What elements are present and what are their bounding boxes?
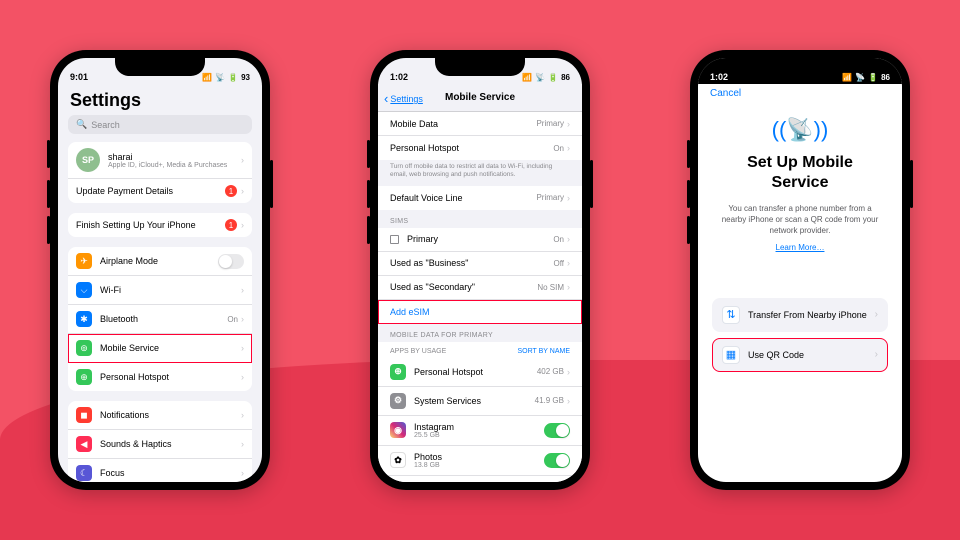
chevron-right-icon: › [567, 282, 570, 292]
hotspot-icon: ⊕ [76, 369, 92, 385]
back-button[interactable]: Settings [384, 90, 423, 105]
app-instagram-row[interactable]: ◉ Instagram 25.5 GB [378, 416, 582, 446]
focus-row[interactable]: ☾ Focus › [68, 459, 252, 482]
chevron-right-icon: › [567, 119, 570, 129]
apps-subheader: APPS BY USAGE SORT BY NAME [378, 342, 582, 358]
phone-settings: 9:01 📶📡🔋93 Settings 🔍 Search SP sharai A… [50, 50, 270, 490]
wifi-icon: ⌵ [76, 282, 92, 298]
mobile-data-row[interactable]: Mobile Data Primary › [378, 112, 582, 136]
phone-setup-mobile: 1:02 📶📡🔋86 Cancel ((📡)) Set Up MobileSer… [690, 50, 910, 490]
status-time: 1:02 [710, 72, 728, 82]
bluetooth-icon: ✱ [76, 311, 92, 327]
photos-icon: ✿ [390, 452, 406, 468]
instagram-toggle[interactable] [544, 423, 570, 438]
chevron-right-icon: › [241, 343, 244, 353]
sims-header: SIMs [378, 210, 582, 228]
status-time: 9:01 [70, 72, 88, 82]
notch [115, 58, 205, 76]
voice-line-row[interactable]: Default Voice Line Primary › [378, 186, 582, 210]
cancel-button[interactable]: Cancel [698, 84, 902, 99]
hotspot-icon: ⊕ [390, 364, 406, 380]
notifications-row[interactable]: ◼︎ Notifications › [68, 401, 252, 430]
notch [435, 58, 525, 76]
chevron-right-icon: › [241, 220, 244, 230]
airplane-mode-row[interactable]: ✈︎ Airplane Mode [68, 247, 252, 276]
search-placeholder: Search [91, 120, 120, 130]
setup-description: You can transfer a phone number from a n… [718, 203, 882, 237]
alert-payment-row[interactable]: Update Payment Details 1 › [68, 179, 252, 203]
chevron-right-icon: › [875, 349, 878, 360]
nav-title: Mobile Service [445, 92, 515, 103]
chevron-right-icon: › [241, 314, 244, 324]
add-esim-row[interactable]: Add eSIM [378, 300, 582, 324]
antenna-icon: ⊚ [76, 340, 92, 356]
setup-title: Set Up MobileService [718, 153, 882, 193]
sim-secondary-row[interactable]: Used as "Secondary" No SIM › [378, 276, 582, 300]
data-header: MOBILE DATA FOR PRIMARY [378, 324, 582, 342]
sim-business-row[interactable]: Used as "Business" Off › [378, 252, 582, 276]
section-footer: Turn off mobile data to restrict all dat… [378, 160, 582, 186]
chevron-right-icon: › [567, 367, 570, 377]
status-icons: 📶📡🔋86 [842, 73, 890, 82]
sim-primary-row[interactable]: Primary On › [378, 228, 582, 252]
app-system-row[interactable]: ⚙︎ System Services 41.9 GB › [378, 387, 582, 416]
notch [755, 58, 845, 76]
search-input[interactable]: 🔍 Search [68, 115, 252, 134]
speaker-icon: ◀︎ [76, 436, 92, 452]
personal-hotspot-row[interactable]: Personal Hotspot On › [378, 136, 582, 160]
chevron-right-icon: › [875, 309, 878, 320]
account-name: sharai [108, 152, 241, 162]
nav-bar: Settings Mobile Service [378, 84, 582, 112]
app-hotspot-row[interactable]: ⊕ Personal Hotspot 402 GB › [378, 358, 582, 387]
chevron-right-icon: › [567, 193, 570, 203]
gear-icon: ⚙︎ [390, 393, 406, 409]
chevron-right-icon: › [241, 410, 244, 420]
chevron-right-icon: › [567, 258, 570, 268]
avatar: SP [76, 148, 100, 172]
chevron-right-icon: › [241, 468, 244, 478]
chevron-right-icon: › [241, 285, 244, 295]
bell-icon: ◼︎ [76, 407, 92, 423]
mobile-service-row[interactable]: ⊚ Mobile Service › [68, 334, 252, 363]
badge: 1 [225, 219, 237, 231]
chevron-right-icon: › [567, 396, 570, 406]
bluetooth-row[interactable]: ✱ Bluetooth On › [68, 305, 252, 334]
hotspot-row[interactable]: ⊕ Personal Hotspot › [68, 363, 252, 391]
learn-more-link[interactable]: Learn More… [718, 243, 882, 252]
use-qr-option[interactable]: ▦ Use QR Code › [712, 338, 888, 372]
badge: 1 [225, 185, 237, 197]
chevron-right-icon: › [567, 143, 570, 153]
status-icons: 📶📡🔋86 [522, 73, 570, 82]
airplane-toggle[interactable] [218, 254, 244, 269]
airplane-icon: ✈︎ [76, 253, 92, 269]
status-icons: 📶📡🔋93 [202, 73, 250, 82]
transfer-iphone-option[interactable]: ⇅ Transfer From Nearby iPhone › [712, 298, 888, 332]
wifi-row[interactable]: ⌵ Wi-Fi › [68, 276, 252, 305]
page-title: Settings [58, 84, 262, 115]
chevron-right-icon: › [567, 234, 570, 244]
account-sub: Apple ID, iCloud+, Media & Purchases [108, 162, 241, 169]
alert-setup-row[interactable]: Finish Setting Up Your iPhone 1 › [68, 213, 252, 237]
qr-icon: ▦ [722, 346, 740, 364]
chevron-right-icon: › [241, 439, 244, 449]
app-photos-row[interactable]: ✿ Photos 13.8 GB [378, 446, 582, 476]
status-time: 1:02 [390, 72, 408, 82]
apple-id-row[interactable]: SP sharai Apple ID, iCloud+, Media & Pur… [68, 142, 252, 179]
app-prime-row[interactable]: ▶︎ Prime Video [378, 476, 582, 482]
photos-toggle[interactable] [544, 453, 570, 468]
sim-icon [390, 235, 399, 244]
transfer-icon: ⇅ [722, 306, 740, 324]
sounds-row[interactable]: ◀︎ Sounds & Haptics › [68, 430, 252, 459]
chevron-right-icon: › [241, 186, 244, 196]
chevron-right-icon: › [241, 372, 244, 382]
instagram-icon: ◉ [390, 422, 406, 438]
antenna-icon: ((📡)) [772, 117, 829, 143]
sort-by-name-button[interactable]: SORT BY NAME [517, 348, 570, 355]
moon-icon: ☾ [76, 465, 92, 481]
phone-mobile-service: 1:02 📶📡🔋86 Settings Mobile Service Mobil… [370, 50, 590, 490]
chevron-right-icon: › [241, 155, 244, 165]
search-icon: 🔍 [76, 119, 87, 130]
